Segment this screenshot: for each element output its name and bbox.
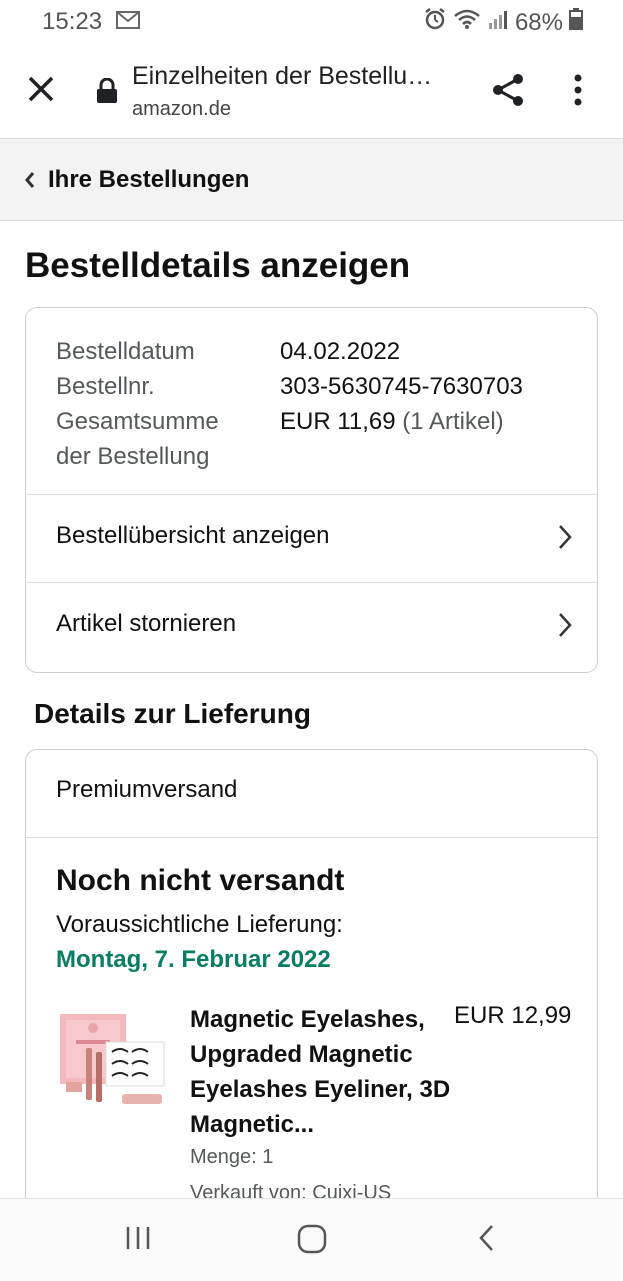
status-time: 15:23 bbox=[42, 8, 103, 35]
chevron-right-icon bbox=[557, 523, 573, 556]
lock-icon bbox=[96, 77, 118, 109]
product-image[interactable] bbox=[58, 1012, 168, 1108]
order-total-value: EUR 11,69 bbox=[280, 408, 396, 435]
order-total-label: Gesamtsumme bbox=[56, 408, 219, 435]
delivery-estimate-date: Montag, 7. Februar 2022 bbox=[56, 946, 331, 973]
product-price: EUR 12,99 bbox=[454, 1002, 572, 1029]
system-navigation-bar bbox=[0, 1198, 623, 1281]
order-summary: Bestelldatum 04.02.2022 Bestellnr. 303-5… bbox=[56, 334, 523, 474]
url-domain[interactable]: amazon.de bbox=[132, 98, 231, 121]
back-icon[interactable] bbox=[476, 1223, 498, 1258]
more-options-icon[interactable] bbox=[572, 72, 584, 113]
chevron-left-icon bbox=[24, 171, 36, 194]
product-title-link[interactable]: Magnetic Eyelashes, Upgraded Magnetic Ey… bbox=[190, 1002, 452, 1142]
battery-percent: 68% bbox=[514, 8, 563, 36]
order-date-label: Bestelldatum bbox=[56, 338, 195, 365]
divider bbox=[26, 837, 597, 838]
order-summary-card: Bestelldatum 04.02.2022 Bestellnr. 303-5… bbox=[25, 307, 598, 673]
product-quantity: Menge: 1 bbox=[190, 1146, 274, 1168]
page-tab-title[interactable]: Einzelheiten der Bestellu… bbox=[132, 62, 432, 91]
cancel-items-label: Artikel stornieren bbox=[56, 610, 237, 637]
status-bar: 15:23 68% bbox=[0, 0, 623, 44]
order-number-value: 303-5630745-7630703 bbox=[280, 373, 523, 400]
back-link-label: Ihre Bestellungen bbox=[48, 166, 250, 193]
shipping-method: Premiumversand bbox=[56, 776, 238, 803]
cancel-items-link[interactable]: Artikel stornieren bbox=[26, 583, 597, 670]
share-icon[interactable] bbox=[490, 72, 526, 113]
shipment-status: Noch nicht versandt bbox=[56, 864, 345, 897]
battery-icon bbox=[569, 8, 583, 37]
order-total-label-line2: der Bestellung bbox=[56, 443, 210, 470]
order-number-label: Bestellnr. bbox=[56, 373, 155, 400]
close-icon[interactable] bbox=[24, 72, 58, 106]
recent-apps-icon[interactable] bbox=[124, 1223, 154, 1258]
page-title: Bestelldetails anzeigen bbox=[25, 246, 411, 285]
back-to-orders-link[interactable]: Ihre Bestellungen bbox=[0, 139, 623, 221]
order-date-value: 04.02.2022 bbox=[280, 338, 401, 365]
signal-icon bbox=[487, 8, 509, 37]
mail-icon bbox=[116, 11, 140, 34]
alarm-icon bbox=[423, 7, 447, 38]
chevron-right-icon bbox=[557, 611, 573, 644]
view-order-summary-label: Bestellübersicht anzeigen bbox=[56, 522, 330, 549]
order-item-count: (1 Artikel) bbox=[402, 408, 504, 435]
browser-toolbar: Einzelheiten der Bestellu… amazon.de bbox=[0, 44, 623, 139]
delivery-estimate-label: Voraussichtliche Lieferung: bbox=[56, 911, 343, 938]
delivery-card: Premiumversand Noch nicht versandt Vorau… bbox=[25, 749, 598, 1231]
delivery-section-title: Details zur Lieferung bbox=[34, 698, 311, 729]
home-icon[interactable] bbox=[296, 1223, 328, 1260]
view-order-summary-link[interactable]: Bestellübersicht anzeigen bbox=[26, 495, 597, 582]
wifi-icon bbox=[453, 8, 481, 37]
